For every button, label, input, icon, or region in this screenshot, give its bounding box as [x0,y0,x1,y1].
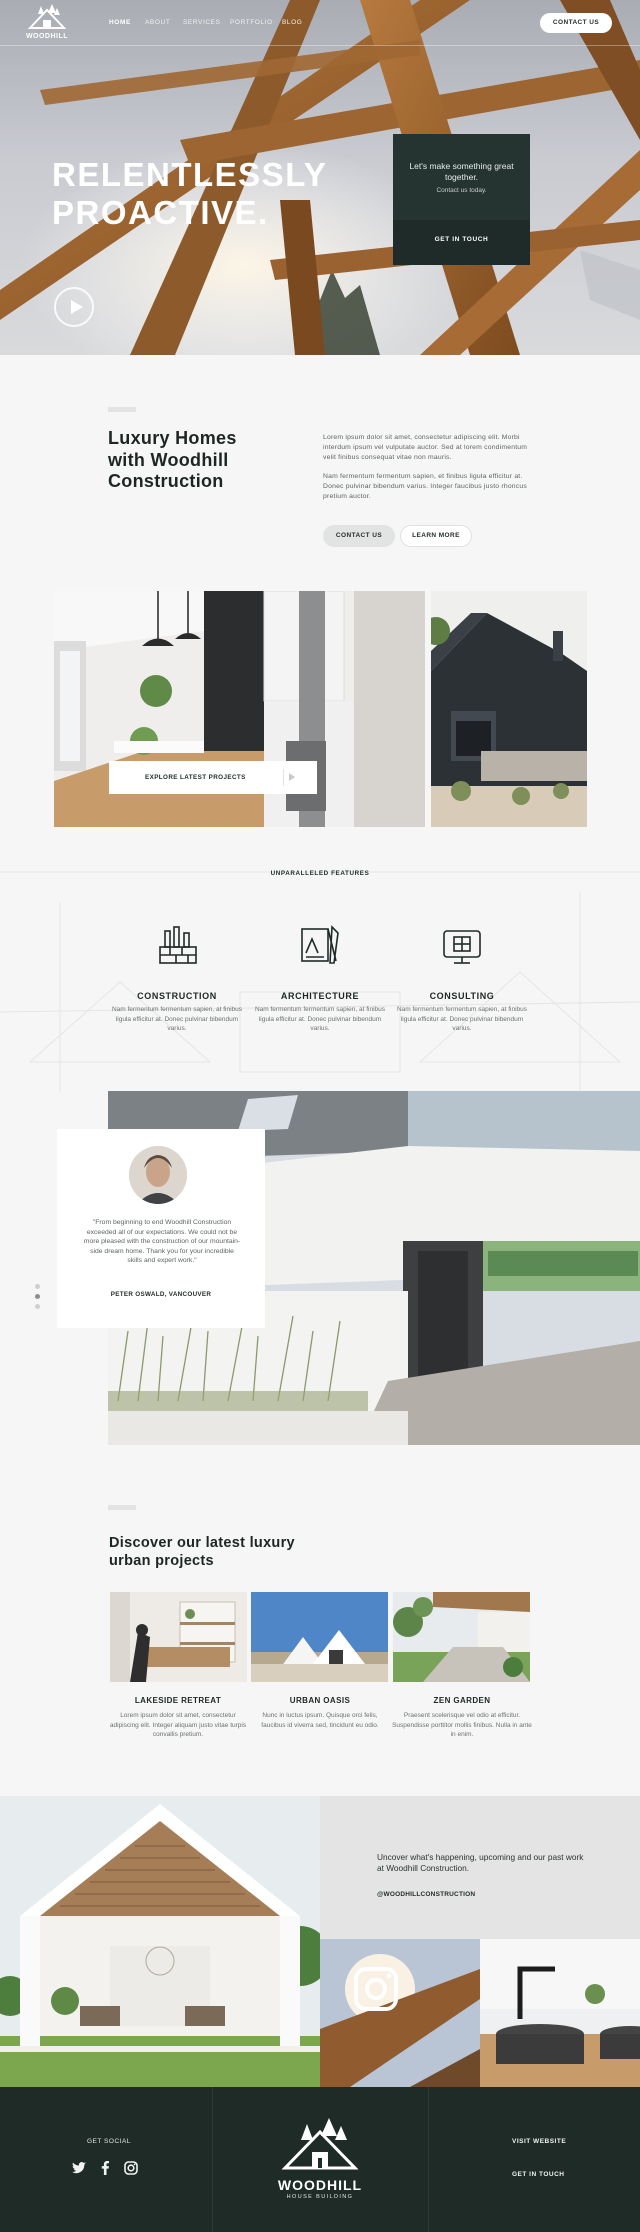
project-photo-urban-oasis[interactable] [251,1592,388,1682]
nav-item-services[interactable]: SERVICES [183,19,221,26]
nav-item-about[interactable]: ABOUT [145,19,170,26]
intro-contact-button[interactable]: CONTACT US [323,525,395,547]
get-in-touch-button[interactable]: GET IN TOUCH [393,236,530,243]
social-description: Uncover what's happening, upcoming and o… [377,1852,584,1873]
arrow-right-icon[interactable] [289,773,295,781]
pavilion-image [0,1796,320,2087]
feature-title-consulting: CONSULTING [429,991,495,1001]
projects-title: Discover our latest luxury urban project… [109,1535,295,1569]
explore-projects-bar[interactable]: EXPLORE LATEST PROJECTS [109,761,317,794]
construction-bricks-icon [159,926,197,964]
footer-divider-1 [212,2087,213,2232]
get-in-touch-footer-link[interactable]: GET IN TOUCH [512,2171,564,2178]
intro-paragraph-2: Nam fermentum fermentum sapien, et finib… [323,473,527,500]
nav-item-home[interactable]: HOME [109,19,131,26]
instagram-feed-image [320,1939,480,2087]
slider-dot-1[interactable] [35,1284,40,1289]
house-trees-logo-icon [27,4,67,29]
testimonial-author: PETER OSWALD, VANCOUVER [110,1291,212,1298]
instagram-photo-1[interactable] [320,1939,480,2087]
project-text-zen-garden: Praesent scelerisque vel odio at efficit… [392,1712,532,1738]
hero-title: RELENTLESSLY PROACTIVE. [52,156,328,232]
get-social-label: GET SOCIAL [87,2138,131,2145]
project-text-urban-oasis: Nunc in luctus ipsum. Quisque orci felis… [261,1712,379,1729]
blueprint-background [0,871,640,1092]
intro-paragraph-1: Lorem ipsum dolor sit amet, consectetur … [323,434,528,461]
nav-item-portfolio[interactable]: PORTFOLIO [230,19,273,26]
section-accent-bar [108,407,136,412]
black-house-image [431,591,587,827]
house-trees-footer-logo-icon [281,2118,359,2170]
nav-item-blog[interactable]: BLOG [282,19,302,26]
project-name-lakeside[interactable]: LAKESIDE RETREAT [108,1696,248,1705]
twitter-icon[interactable] [71,2160,87,2176]
project-name-zen-garden[interactable]: ZEN GARDEN [392,1696,532,1705]
testimonial-quote: "From beginning to end Woodhill Construc… [83,1219,241,1264]
urban-oasis-image [251,1592,388,1682]
project-name-urban-oasis[interactable]: URBAN OASIS [250,1696,390,1705]
hero-title-line-2: PROACTIVE. [52,194,269,231]
zen-garden-image [393,1592,530,1682]
pavilion-photo [0,1796,320,2087]
intro-title: Luxury Homes with Woodhill Construction [108,428,237,491]
explore-divider [283,769,284,786]
features-label: UNPARALLELED FEATURES [270,870,370,877]
project-photo-zen-garden[interactable] [393,1592,530,1682]
play-video-button[interactable] [54,287,94,327]
consulting-blueprint-icon [443,930,481,964]
instagram-photo-2[interactable] [480,1939,640,2087]
footer-logo-subtext: HOUSE BUILDING [286,2194,354,2200]
feature-text-architecture: Nam fermentum fermentum sapien, at finib… [254,1006,386,1032]
avatar [129,1146,187,1204]
learn-more-button[interactable]: LEARN MORE [400,525,472,547]
logo[interactable]: WOODHILL [24,4,70,42]
contact-us-button[interactable]: CONTACT US [540,13,612,33]
hero-title-line-1: RELENTLESSLY [52,156,328,193]
project-text-lakeside: Lorem ipsum dolor sit amet, consectetur … [109,1712,247,1738]
explore-projects-label: EXPLORE LATEST PROJECTS [145,774,246,781]
testimonial-card: "From beginning to end Woodhill Construc… [57,1129,265,1328]
footer-logo[interactable]: WOODHILL HOUSE BUILDING [275,2118,365,2200]
feature-text-consulting: Nam fermentum fermentum sapien, at finib… [396,1006,528,1032]
top-navigation: WOODHILL HOME ABOUT SERVICES PORTFOLIO B… [0,0,640,46]
slider-dot-2[interactable] [35,1294,40,1299]
visit-website-link[interactable]: VISIT WEBSITE [512,2138,566,2145]
architecture-tools-icon [301,925,339,964]
projects-accent-bar [108,1505,136,1510]
hero-card-text: Let's make something great together. [409,161,514,182]
footer-divider-2 [428,2087,429,2232]
instagram-footer-icon[interactable] [123,2160,139,2176]
facebook-icon[interactable] [97,2160,113,2176]
lakeside-image [110,1592,247,1682]
feature-title-construction: CONSTRUCTION [137,991,217,1001]
logo-text: WOODHILL [25,33,69,40]
feature-text-construction: Nam fermentum fermentum sapien, at finib… [111,1006,243,1032]
slider-dot-3[interactable] [35,1304,40,1309]
hero-cta-card: Let's make something great together. Con… [393,134,530,265]
bathroom-sink-image [480,1939,640,2087]
avatar-portrait [129,1146,187,1204]
hero-section: WOODHILL HOME ABOUT SERVICES PORTFOLIO B… [0,0,640,355]
black-house-photo[interactable] [431,591,587,827]
footer-logo-text: WOODHILL [277,2177,363,2193]
instagram-handle[interactable]: @WOODHILLCONSTRUCTION [377,1891,475,1898]
feature-title-architecture: ARCHITECTURE [280,991,360,1001]
project-photo-lakeside[interactable] [110,1592,247,1682]
hero-card-subtext: Contact us today. [436,187,487,194]
